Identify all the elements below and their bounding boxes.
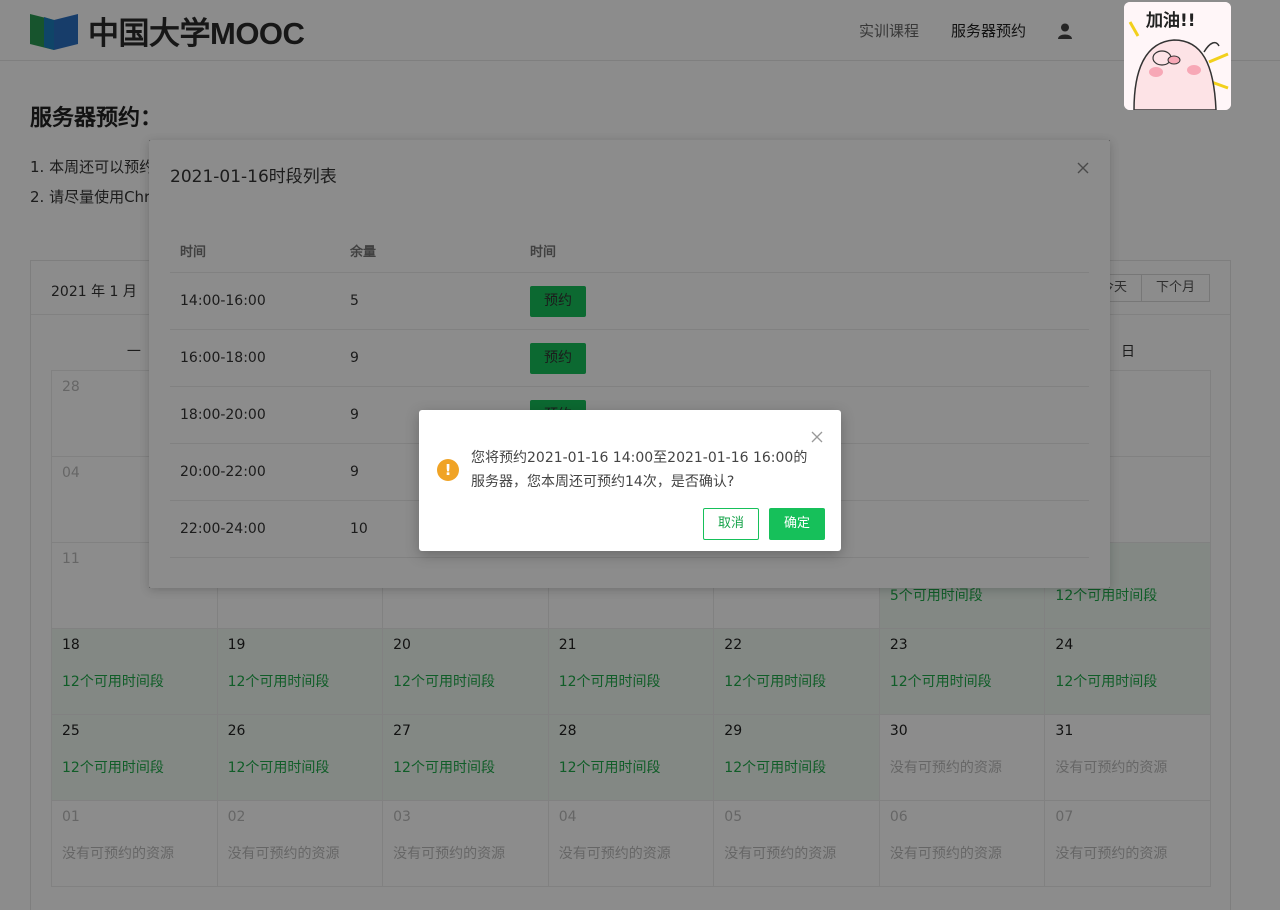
- cancel-button[interactable]: 取消: [703, 508, 759, 540]
- confirm-dialog: ! 您将预约2021-01-16 14:00至2021-01-16 16:00的…: [419, 410, 841, 551]
- cheer-pig-sticker: 加油!!: [1124, 2, 1231, 110]
- sticker-text: 加油!!: [1146, 11, 1196, 31]
- confirm-buttons: 取消 确定: [703, 508, 825, 540]
- confirm-close-icon[interactable]: [811, 428, 823, 443]
- warning-icon: !: [437, 459, 459, 481]
- confirm-button[interactable]: 确定: [769, 508, 825, 540]
- confirm-message: 您将预约2021-01-16 14:00至2021-01-16 16:00的服务…: [471, 450, 808, 490]
